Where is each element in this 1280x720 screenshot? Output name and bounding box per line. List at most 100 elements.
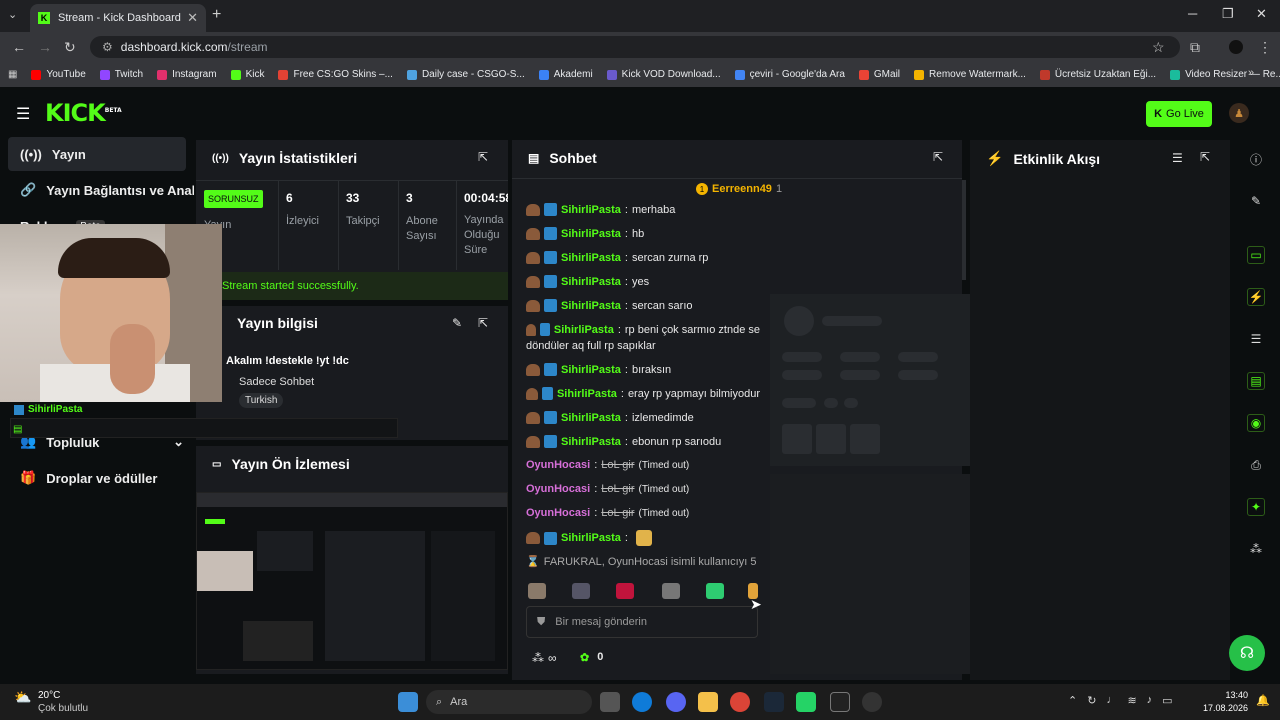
- new-tab-icon[interactable]: +: [212, 6, 221, 24]
- chat-username[interactable]: OyunHocasi: [526, 483, 590, 495]
- bookmark[interactable]: Akademi: [538, 69, 593, 80]
- edit-icon[interactable]: ✎: [452, 316, 462, 330]
- system-tray[interactable]: ⌃ ↻ ♩ ≋ ♪ ▭: [1068, 694, 1173, 707]
- epic-games-icon[interactable]: [830, 692, 850, 712]
- kick-logo[interactable]: KICKBETA: [45, 99, 122, 127]
- emote-icon[interactable]: [572, 583, 590, 599]
- chat-username[interactable]: SihirliPasta: [561, 412, 621, 424]
- chat-username[interactable]: SihirliPasta: [561, 252, 621, 264]
- discord-icon[interactable]: [666, 692, 686, 712]
- bookmark[interactable]: Daily case - CSGO-S...: [406, 69, 525, 80]
- bookmark[interactable]: Instagram: [157, 69, 217, 80]
- sidebar-item-drops[interactable]: 🎁 Droplar ve ödüller: [8, 461, 186, 495]
- popout-icon[interactable]: ⇱: [1200, 150, 1210, 164]
- browser-tab[interactable]: K Stream - Kick Dashboard ✕: [30, 4, 206, 32]
- whatsapp-icon[interactable]: [796, 692, 816, 712]
- chat-username[interactable]: SihirliPasta: [554, 324, 614, 336]
- windows-start-icon[interactable]: [398, 692, 418, 712]
- chat-username[interactable]: SihirliPasta: [561, 204, 621, 216]
- tab-close-icon[interactable]: ✕: [187, 10, 198, 26]
- filter-icon[interactable]: ☰: [1172, 151, 1183, 165]
- activity-title-text: Etkinlik Akışı: [1013, 150, 1101, 167]
- reload-icon[interactable]: ↻: [64, 39, 76, 56]
- file-explorer-icon[interactable]: [698, 692, 718, 712]
- scrollbar[interactable]: [962, 180, 966, 280]
- support-headset-icon[interactable]: ☊: [1229, 635, 1265, 671]
- chat-username[interactable]: OyunHocasi: [526, 507, 590, 519]
- browser-menu-icon[interactable]: ⋮: [1258, 39, 1272, 56]
- emote-icon[interactable]: [528, 583, 546, 599]
- bookmark[interactable]: Kick VOD Download...: [606, 69, 721, 80]
- bookmark[interactable]: Kick: [230, 69, 264, 80]
- bookmark[interactable]: çeviri - Google'da Ara: [734, 69, 845, 80]
- minimize-icon[interactable]: ─: [1188, 6, 1197, 21]
- lightning-icon[interactable]: ⚡: [1247, 288, 1265, 306]
- hamburger-menu-icon[interactable]: ☰: [16, 104, 30, 124]
- sidebar-item-stream-key[interactable]: 🔗 Yayın Bağlantısı ve Anahtar: [8, 173, 194, 207]
- bookmark[interactable]: Video Resizer — Re...: [1170, 69, 1280, 80]
- bookmark-label: Akademi: [553, 69, 593, 80]
- chat-text: döndüler aq full rp sapıklar: [526, 340, 656, 352]
- points-icon[interactable]: ⁂: [1247, 540, 1265, 558]
- chat-username[interactable]: SihirliPasta: [561, 532, 621, 544]
- weather-icon[interactable]: ⛅: [14, 689, 31, 706]
- popout-icon[interactable]: ⇱: [478, 150, 488, 164]
- notification-bell-icon[interactable]: 🔔: [1256, 694, 1270, 707]
- emote-icon[interactable]: [616, 583, 634, 599]
- maximize-icon[interactable]: ❐: [1222, 6, 1234, 22]
- chat-username[interactable]: OyunHocasi: [526, 459, 590, 471]
- steam-icon[interactable]: [764, 692, 784, 712]
- bookmark[interactable]: Ücretsiz Uzaktan Eği...: [1039, 69, 1156, 80]
- tab-list-icon[interactable]: ⌄: [8, 8, 17, 21]
- channel-points[interactable]: ⁂ ∞: [532, 651, 557, 665]
- broadcast-icon[interactable]: ◉: [1247, 414, 1265, 432]
- printer-icon[interactable]: ⎙: [1247, 456, 1265, 474]
- apps-grid-icon[interactable]: ▦: [8, 69, 17, 80]
- extensions-icon[interactable]: ⧉: [1190, 39, 1200, 56]
- chat-username[interactable]: SihirliPasta: [561, 364, 621, 376]
- wrench-icon[interactable]: ✦: [1247, 498, 1265, 516]
- stats-panel-icon[interactable]: ▭: [1247, 246, 1265, 264]
- url-input[interactable]: ⚙ dashboard.kick.com/stream: [90, 36, 1180, 58]
- profile-avatar[interactable]: [1229, 40, 1243, 54]
- chat-username[interactable]: SihirliPasta: [561, 300, 621, 312]
- popout-icon[interactable]: ⇱: [933, 150, 943, 164]
- bookmark[interactable]: GMail: [858, 69, 900, 80]
- bookmark[interactable]: Remove Watermark...: [914, 69, 1026, 80]
- taskbar-search[interactable]: ⌕ Ara: [426, 690, 592, 714]
- kick-points[interactable]: ✿ 0: [580, 651, 603, 664]
- info-icon[interactable]: ⓘ: [1247, 150, 1265, 168]
- chat-username[interactable]: SihirliPasta: [561, 228, 621, 240]
- chat-icon[interactable]: ▤: [1247, 372, 1265, 390]
- go-live-button[interactable]: K Go Live: [1146, 101, 1212, 127]
- sub-badge-icon: [544, 227, 557, 240]
- task-view-icon[interactable]: [600, 692, 620, 712]
- divider: [338, 180, 339, 270]
- popout-icon[interactable]: ⇱: [478, 316, 488, 330]
- emote-icon[interactable]: [662, 583, 680, 599]
- close-window-icon[interactable]: ✕: [1256, 6, 1267, 22]
- bookmark-star-icon[interactable]: ☆: [1152, 39, 1165, 56]
- skeleton: [816, 424, 846, 454]
- back-icon[interactable]: ←: [12, 39, 26, 55]
- chat-username[interactable]: SihirliPasta: [561, 436, 621, 448]
- edge-icon[interactable]: [632, 692, 652, 712]
- chat-username[interactable]: SihirliPasta: [557, 388, 617, 400]
- user-avatar[interactable]: ♟: [1229, 103, 1249, 123]
- top-gifter[interactable]: 1 Eerreenn49 1: [696, 183, 782, 195]
- chat-input[interactable]: ⛊ Bir mesaj gönderin: [526, 606, 758, 638]
- bookmark[interactable]: Free CS:GO Skins –...: [278, 69, 393, 80]
- bookmark[interactable]: YouTube: [31, 69, 86, 80]
- site-info-icon[interactable]: ⚙: [102, 40, 113, 54]
- bookmark[interactable]: Twitch: [99, 69, 143, 80]
- emote-icon[interactable]: [706, 583, 724, 599]
- chat-username[interactable]: SihirliPasta: [561, 276, 621, 288]
- more-bookmarks-icon[interactable]: »: [1248, 67, 1254, 79]
- preview-video[interactable]: [196, 492, 508, 670]
- chrome-icon[interactable]: [730, 692, 750, 712]
- sidebar-item-yayin[interactable]: ((•)) Yayın: [8, 137, 186, 171]
- forward-icon[interactable]: →: [38, 39, 52, 55]
- list-icon[interactable]: ☰: [1247, 330, 1265, 348]
- obs-icon[interactable]: [862, 692, 882, 712]
- edit-icon[interactable]: ✎: [1247, 192, 1265, 210]
